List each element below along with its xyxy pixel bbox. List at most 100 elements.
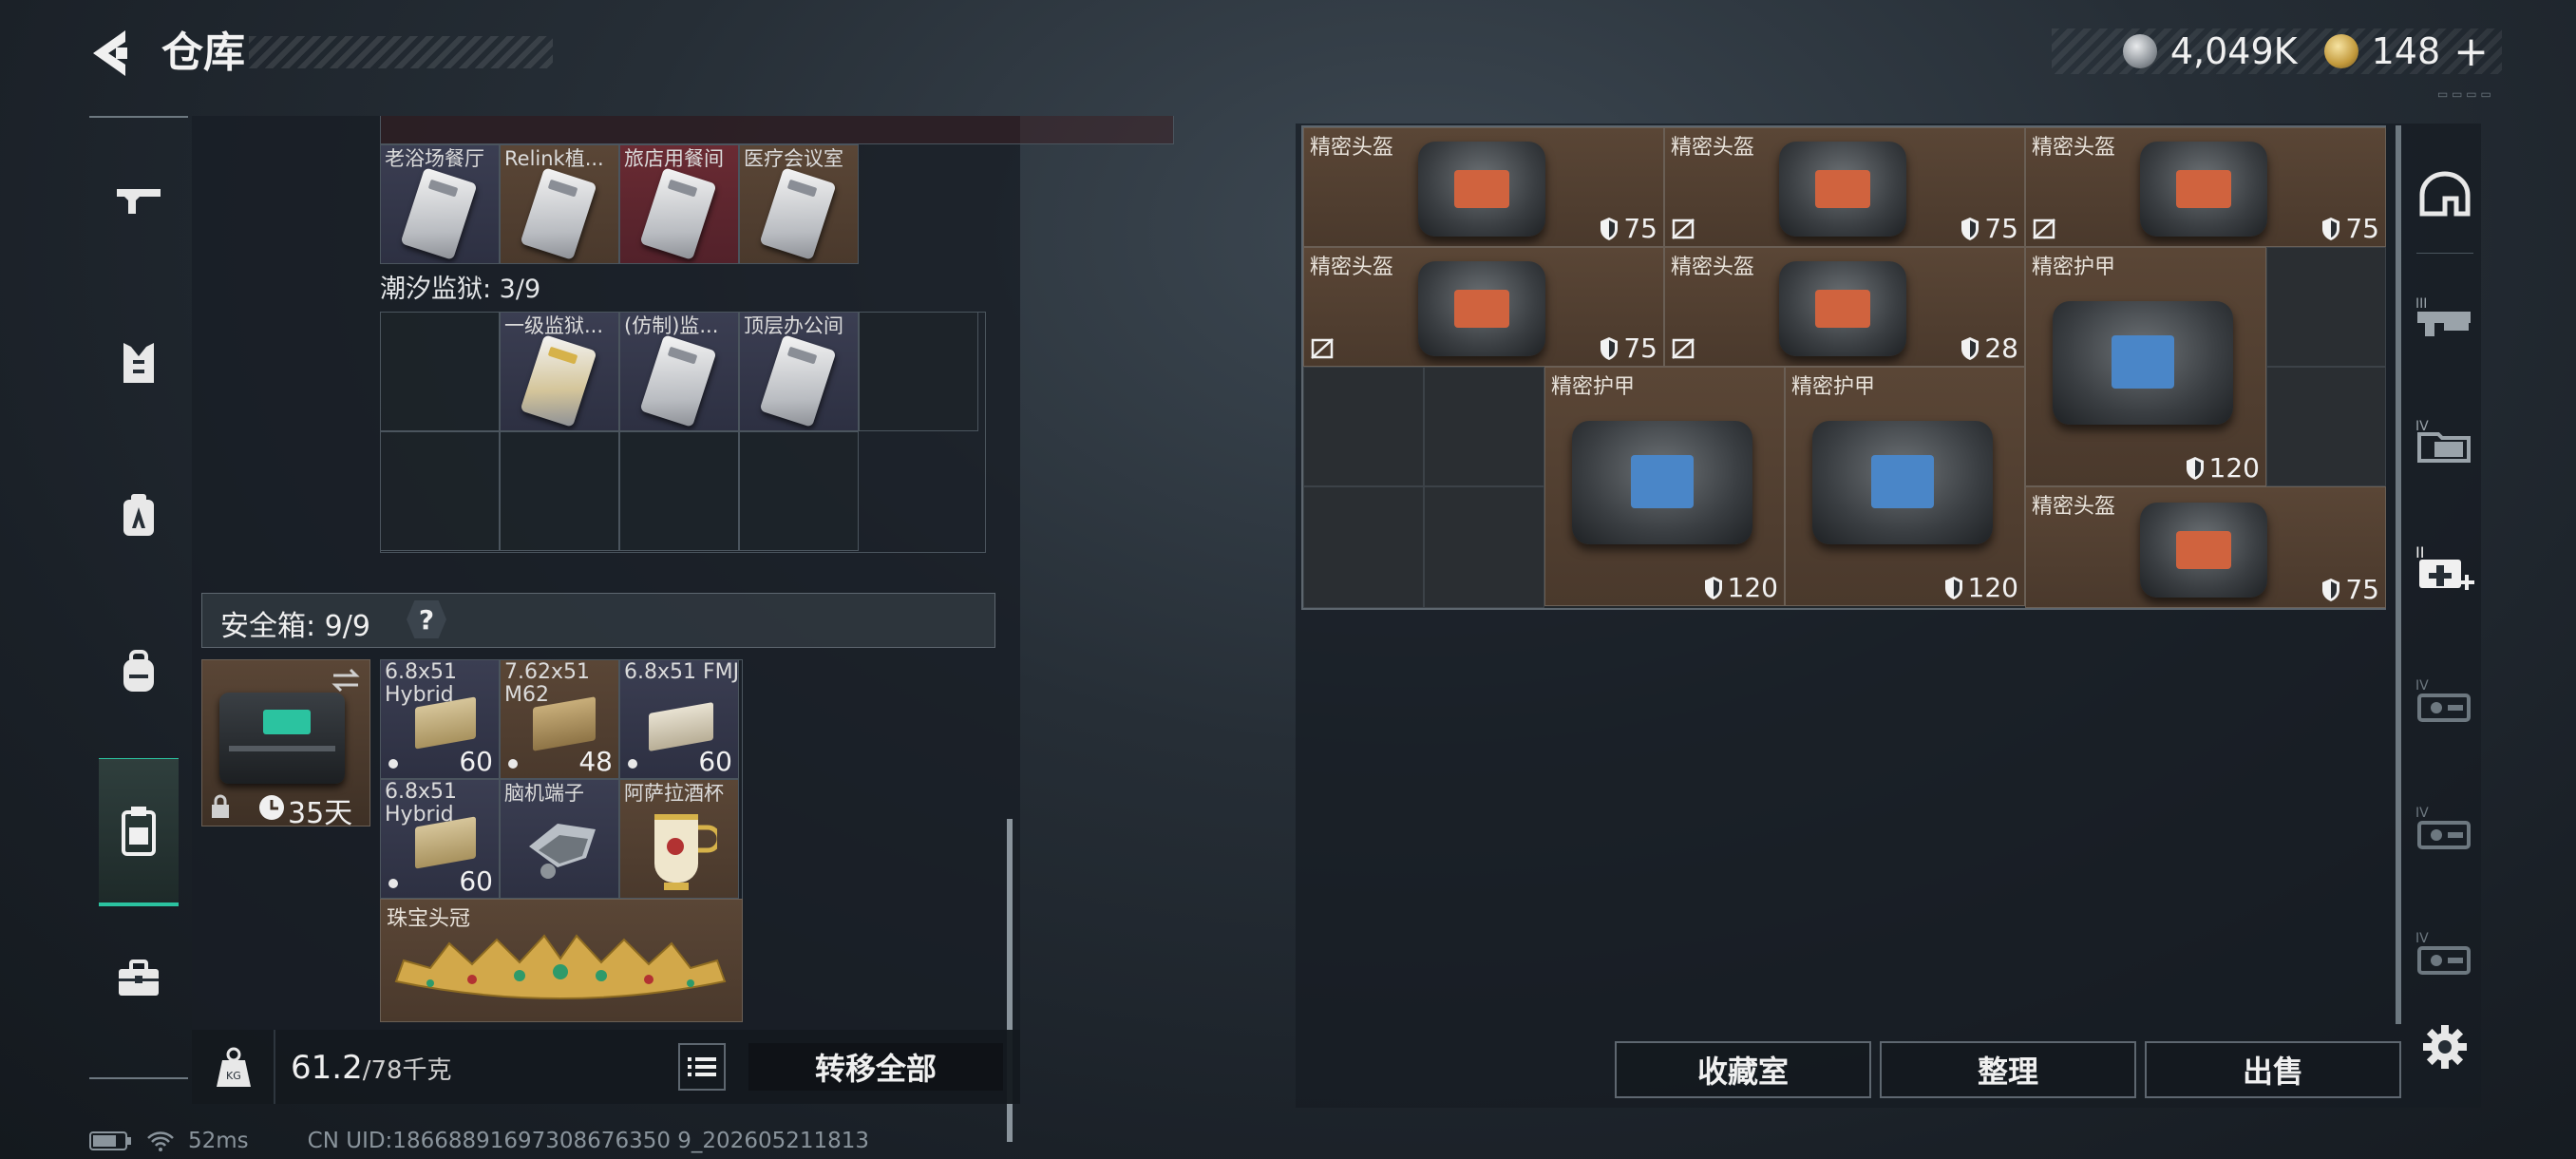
- empty-slot[interactable]: [1424, 367, 1544, 486]
- medkit-tab-icon[interactable]: II: [2409, 532, 2481, 604]
- chest-rig-icon[interactable]: [99, 467, 179, 562]
- title-stripe: [249, 36, 553, 68]
- settings-gear-icon[interactable]: [2409, 1011, 2481, 1083]
- jewel-crown-item[interactable]: 珠宝头冠: [380, 899, 743, 1022]
- clock-icon: [259, 795, 284, 820]
- armor-item[interactable]: 精密护甲 120: [1785, 367, 2025, 606]
- collection-item[interactable]: 老浴场餐厅: [380, 144, 500, 264]
- durability-value: 120: [2208, 452, 2260, 484]
- rarity-dot: [508, 759, 518, 769]
- empty-slot[interactable]: [859, 312, 978, 431]
- item-count: 60: [459, 746, 493, 777]
- right-scrollbar-thumb[interactable]: [2396, 125, 2401, 1024]
- helmet-tab-icon[interactable]: [2409, 158, 2481, 254]
- carried-weight: 61.2/78千克: [291, 1049, 452, 1087]
- tier4-case-tab-icon[interactable]: IV: [2409, 918, 2481, 990]
- weight-divider: [274, 1030, 275, 1104]
- item-label: 6.8x51 Hybrid: [385, 661, 458, 707]
- durability: 120: [1943, 572, 2018, 603]
- safe-container-slot[interactable]: 35天: [201, 659, 370, 830]
- previous-row-strip: [380, 116, 1174, 144]
- item-count: 60: [698, 746, 732, 777]
- help-button[interactable]: ?: [407, 600, 446, 638]
- item-label: 一级监狱...: [504, 314, 604, 337]
- helmet-item[interactable]: 精密头盔 75: [1303, 247, 1664, 367]
- empty-slot[interactable]: [500, 431, 619, 551]
- helmet-case-icon: [1779, 261, 1906, 356]
- asala-cup-item[interactable]: 阿萨拉酒杯: [619, 779, 739, 899]
- shield-icon: [1944, 576, 1962, 599]
- left-footer: KG 61.2/78千克 转移全部: [192, 1030, 1020, 1104]
- collection-item[interactable]: Relink植...: [500, 144, 619, 264]
- prison-keycard-item[interactable]: 一级监狱...: [500, 312, 619, 431]
- prison-keycard-item[interactable]: 顶层办公间: [739, 312, 859, 431]
- safe-container-tab[interactable]: [99, 758, 179, 906]
- armor-item[interactable]: 精密护甲 120: [2025, 247, 2266, 486]
- empty-slot[interactable]: [2266, 247, 2386, 367]
- left-category-rail: [89, 116, 188, 1080]
- empty-slot[interactable]: [739, 431, 859, 551]
- armor-vest-icon[interactable]: [99, 315, 179, 410]
- durability: 120: [2185, 452, 2260, 484]
- add-currency-button[interactable]: +: [2453, 28, 2489, 76]
- shield-icon: [1961, 336, 1979, 360]
- item-label: 精密头盔: [1310, 136, 1394, 160]
- keycard-icon: [520, 334, 597, 428]
- ammo-item[interactable]: 6.8x51 Hybrid 60: [380, 659, 500, 779]
- sell-button[interactable]: 出售: [2145, 1041, 2401, 1098]
- rarity-dot: [388, 879, 398, 888]
- shield-icon: [2322, 217, 2340, 240]
- ammo-item[interactable]: 6.8x51 FMJ 60: [619, 659, 739, 779]
- empty-slot[interactable]: [2266, 367, 2386, 486]
- item-label: 阿萨拉酒杯: [624, 782, 724, 805]
- back-arrow-icon[interactable]: [87, 25, 135, 82]
- ammo-item[interactable]: 6.8x51 Hybrid 60: [380, 779, 500, 899]
- item-label: 6.8x51 FMJ: [624, 661, 739, 684]
- armor-case-icon: [2053, 301, 2233, 425]
- swap-icon[interactable]: [330, 666, 362, 694]
- empty-slot[interactable]: [1424, 486, 1544, 608]
- prison-keycard-item[interactable]: (仿制)监...: [619, 312, 739, 431]
- gold-amount: 148: [2371, 30, 2441, 72]
- tier4-folder-tab-icon[interactable]: IV: [2409, 405, 2481, 477]
- empty-slot[interactable]: [380, 431, 500, 551]
- list-view-button[interactable]: [678, 1043, 726, 1091]
- empty-slot[interactable]: [619, 431, 739, 551]
- helmet-case-icon: [1418, 142, 1545, 237]
- armor-item[interactable]: 精密护甲 120: [1544, 367, 1785, 606]
- svg-text:IV: IV: [2415, 678, 2429, 694]
- collection-item[interactable]: 旅店用餐间: [619, 144, 739, 264]
- status-bar: 52ms CN UID:18668891697308676350 9_20260…: [89, 1127, 869, 1155]
- backpack-icon[interactable]: [99, 624, 179, 719]
- toolbox-icon[interactable]: [99, 931, 179, 1026]
- empty-slot[interactable]: [1303, 486, 1424, 608]
- collection-item[interactable]: 医疗会议室: [739, 144, 859, 264]
- sort-button[interactable]: 整理: [1880, 1041, 2136, 1098]
- collection-room-button[interactable]: 收藏室: [1615, 1041, 1871, 1098]
- safe-box-image: [219, 693, 345, 784]
- armor-case-icon: [1812, 421, 1993, 544]
- transfer-all-button[interactable]: 转移全部: [748, 1043, 1003, 1091]
- tier4-case-tab-icon[interactable]: IV: [2409, 665, 2481, 737]
- ammo-item[interactable]: 7.62x51 M62 48: [500, 659, 619, 779]
- crown-icon: [394, 934, 727, 999]
- rifle-icon[interactable]: [99, 154, 179, 249]
- helmet-item[interactable]: 精密头盔 75: [2025, 486, 2386, 608]
- tier4-case-tab-icon[interactable]: IV: [2409, 792, 2481, 864]
- helmet-item[interactable]: 精密头盔 75: [1303, 127, 1664, 247]
- empty-slot[interactable]: [1303, 367, 1424, 486]
- brain-terminal-item[interactable]: 脑机端子: [500, 779, 619, 899]
- item-count: 60: [459, 865, 493, 897]
- uid-text: CN UID:18668891697308676350 9_2026052118…: [307, 1129, 870, 1153]
- empty-slot[interactable]: [380, 312, 500, 431]
- helmet-item[interactable]: 精密头盔 28: [1664, 247, 2025, 367]
- helmet-item[interactable]: 精密头盔 75: [1664, 127, 2025, 247]
- left-storage-panel: 老浴场餐厅 Relink植... 旅店用餐间 医疗会议室 潮汐监狱: 3/9 一…: [192, 116, 1174, 1142]
- svg-text:II: II: [2415, 543, 2424, 561]
- list-icon: [688, 1057, 716, 1076]
- weight-value: 61.2: [291, 1049, 363, 1087]
- wifi-icon: [147, 1131, 174, 1151]
- helmet-item[interactable]: 精密头盔 75: [2025, 127, 2386, 247]
- tier3-armor-tab-icon[interactable]: III: [2409, 281, 2481, 353]
- version-text: ▭ ▭ ▭ ▭: [2437, 87, 2491, 101]
